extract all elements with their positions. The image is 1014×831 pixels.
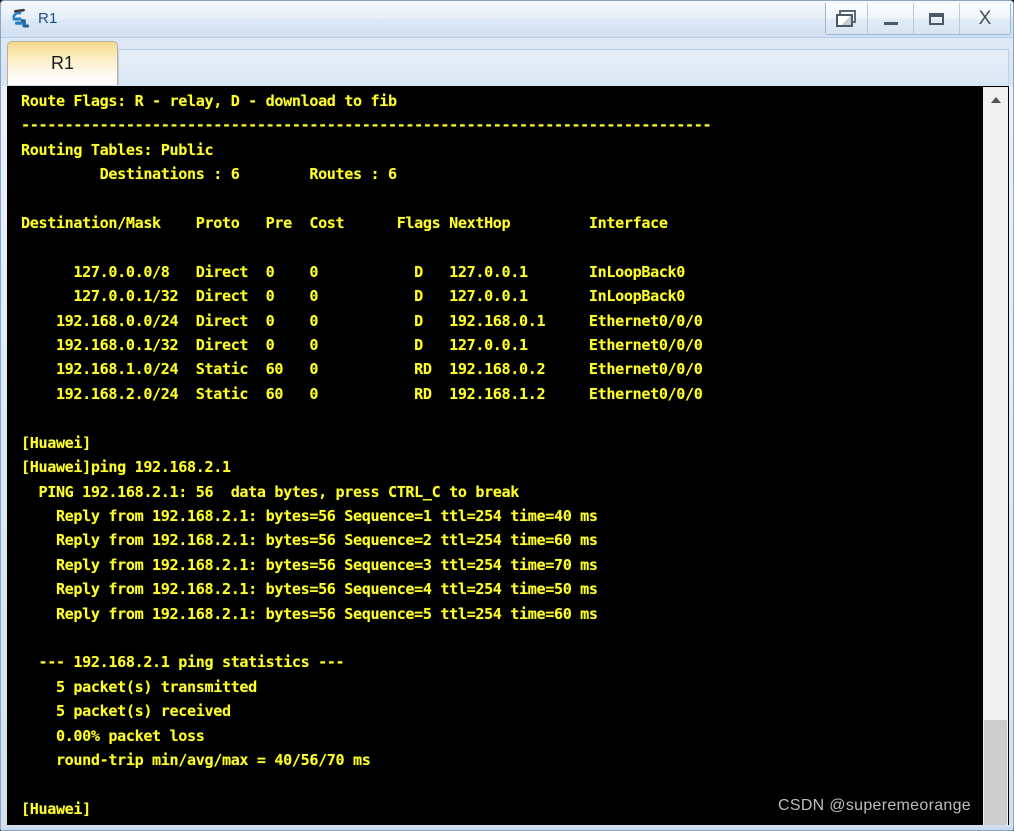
tab-r1[interactable]: R1 xyxy=(7,41,118,85)
scrollbar-track[interactable] xyxy=(983,112,1008,825)
terminal-window: R1 X R1 Route Flags: R - relay, D - down… xyxy=(0,0,1014,831)
close-icon: X xyxy=(978,8,992,29)
chevron-up-icon xyxy=(990,96,1001,103)
maximize-button[interactable] xyxy=(914,3,960,34)
restore-button[interactable] xyxy=(826,3,868,34)
scrollbar-thumb[interactable] xyxy=(984,720,1007,825)
terminal-area: Route Flags: R - relay, D - download to … xyxy=(7,86,1009,826)
maximize-icon xyxy=(929,12,944,25)
vertical-scrollbar[interactable] xyxy=(982,87,1008,825)
tab-label: R1 xyxy=(50,53,74,73)
watermark-label: CSDN @superemeorange xyxy=(778,797,971,814)
terminal-text: Route Flags: R - relay, D - download to … xyxy=(21,92,712,818)
minimize-icon xyxy=(883,21,898,25)
restore-icon xyxy=(836,9,857,28)
tab-strip-inner: R1 xyxy=(7,41,1009,86)
title-bar: R1 X xyxy=(1,1,1013,38)
window-title: R1 xyxy=(38,10,58,27)
terminal-output[interactable]: Route Flags: R - relay, D - download to … xyxy=(8,87,983,825)
tab-strip-filler xyxy=(118,49,1009,85)
tab-strip: R1 xyxy=(1,38,1013,86)
close-button[interactable]: X xyxy=(960,3,1010,34)
title-bar-left: R1 xyxy=(10,6,58,32)
minimize-button[interactable] xyxy=(868,3,914,34)
window-bottom-edge xyxy=(1,825,1013,830)
window-controls: X xyxy=(825,3,1011,35)
scroll-up-button[interactable] xyxy=(983,87,1008,112)
router-icon xyxy=(10,8,32,30)
